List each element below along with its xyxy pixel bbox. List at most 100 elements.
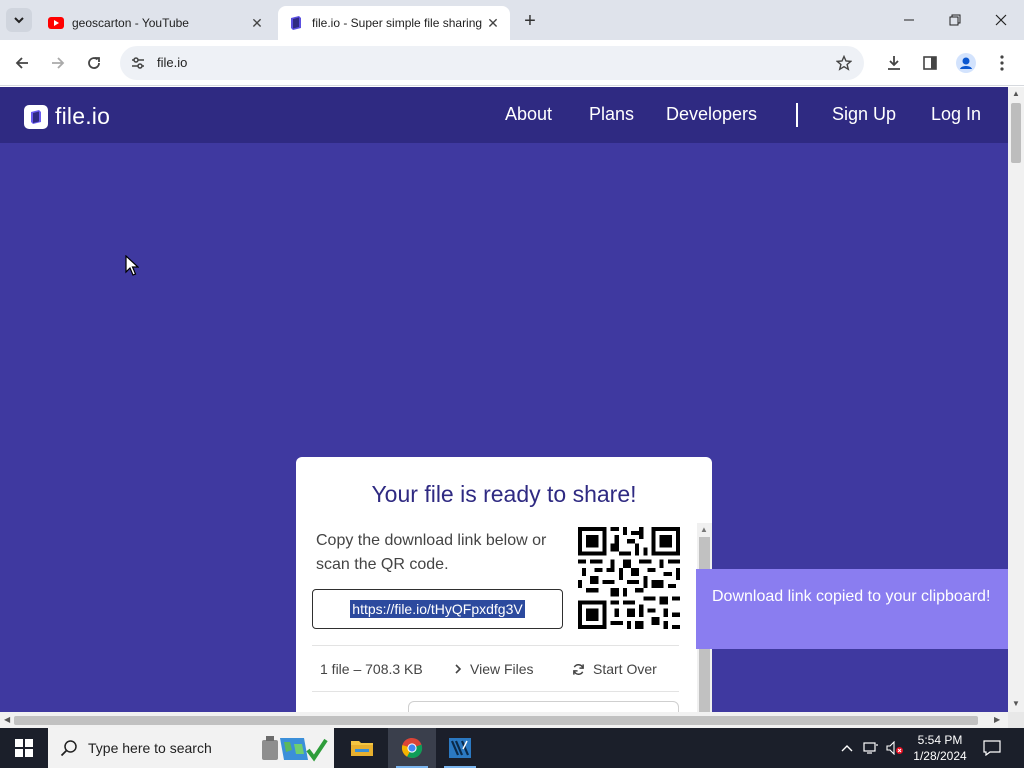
address-bar[interactable]: file.io [120,46,864,80]
download-link-field[interactable]: https://file.io/tHyQFpxdfg3V [312,589,563,629]
search-highlight-illustration-icon [262,736,328,762]
share-card: Your file is ready to share! Copy the do… [296,457,712,712]
share-instructions: Copy the download link below or scan the… [316,532,547,573]
browser-menu-button[interactable] [988,49,1016,77]
downloads-button[interactable] [880,49,908,77]
arrow-left-icon [15,57,28,69]
new-tab-button[interactable]: + [518,9,542,33]
taskbar-file-explorer[interactable] [338,728,386,768]
taskbar-search-box[interactable]: Type here to search [48,728,334,768]
address-url: file.io [157,55,188,70]
windows-taskbar: Type here to search 5:54 PM 1/28/2024 [0,728,1024,768]
page-viewport: file.io About Plans Developers Sign Up L… [0,87,1008,712]
close-tab-icon[interactable]: ✕ [248,14,266,32]
start-button[interactable] [0,728,48,768]
reload-icon [88,57,100,69]
start-over-link[interactable]: Start Over [572,661,657,677]
chevron-right-icon [455,664,462,674]
divider [312,691,679,692]
file-explorer-icon [351,741,373,756]
restore-button[interactable] [932,0,978,40]
site-info-icon[interactable] [126,51,150,75]
close-icon [995,14,1007,26]
nav-sign-up[interactable]: Sign Up [832,104,896,125]
notification-icon [983,740,1001,756]
scroll-up-arrow-icon[interactable]: ▲ [1012,89,1020,98]
logo-text: file.io [55,103,111,129]
view-files-label: View Files [470,661,534,677]
taskbar-chrome[interactable] [388,728,436,768]
notification-center-button[interactable] [980,728,1004,768]
mouse-cursor-icon [125,255,139,276]
tab-youtube[interactable]: geoscarton - YouTube ✕ [38,6,274,40]
system-clock[interactable]: 5:54 PM 1/28/2024 [904,732,976,764]
view-files-link[interactable]: View Files [454,661,534,677]
nav-log-in[interactable]: Log In [931,104,981,125]
more-vertical-icon [1000,55,1004,71]
scroll-up-arrow-icon[interactable]: ▲ [700,525,708,534]
show-hidden-icons-button[interactable] [836,728,858,768]
nav-plans[interactable]: Plans [589,104,634,125]
site-header: file.io About Plans Developers Sign Up L… [0,87,1008,143]
clock-date: 1/28/2024 [913,749,967,763]
nav-about[interactable]: About [505,104,552,125]
profile-button[interactable] [952,49,980,77]
file-info: 1 file – 708.3 KB [320,661,423,677]
search-icon [60,740,77,757]
youtube-icon [48,15,64,31]
download-icon [888,56,900,70]
qr-code[interactable] [578,527,680,629]
bookmark-star-icon[interactable] [832,51,856,75]
close-tab-icon[interactable]: ✕ [484,14,502,32]
scroll-down-arrow-icon[interactable]: ▼ [1012,699,1020,708]
tab-title: file.io - Super simple file sharing [312,16,483,30]
download-link-text[interactable]: https://file.io/tHyQFpxdfg3V [350,600,525,618]
clipboard-toast: Download link copied to your clipboard! [696,569,1008,649]
scroll-left-arrow-icon[interactable]: ◀ [4,715,10,724]
vertical-scroll-thumb[interactable] [1011,103,1021,163]
tab-fileio[interactable]: file.io - Super simple file sharing ✕ [278,6,510,40]
chevron-up-icon [841,745,853,752]
nav-divider [796,103,798,127]
minimize-button[interactable] [886,0,932,40]
windows-logo-icon [15,739,33,757]
tab-title: geoscarton - YouTube [72,16,189,30]
fileio-icon [288,15,304,31]
site-logo[interactable]: file.io [24,103,110,130]
refresh-icon [573,663,584,675]
profile-avatar-icon [956,53,976,73]
share-card-title: Your file is ready to share! [371,481,637,507]
side-panel-button[interactable] [916,49,944,77]
minimize-icon [904,19,914,21]
arrow-right-icon [52,57,65,69]
browser-toolbar: file.io [0,40,1024,86]
network-tray-button[interactable] [860,728,882,768]
reload-button[interactable] [80,49,108,77]
restore-icon [949,14,961,26]
tab-search-button[interactable] [6,8,32,32]
taskbar-app[interactable] [436,728,484,768]
divider [312,645,679,646]
page-vertical-scrollbar[interactable]: ▲ ▼ [1008,87,1024,712]
back-button[interactable] [8,49,36,77]
volume-muted-icon [886,741,903,755]
fileio-logo-icon [24,104,48,129]
app-window-icon [449,738,471,758]
nav-developers[interactable]: Developers [666,104,757,125]
network-icon [863,742,878,754]
card-bottom-section [408,701,679,712]
browser-tab-strip: geoscarton - YouTube ✕ file.io - Super s… [0,0,1024,40]
side-panel-icon [923,56,937,70]
clock-time: 5:54 PM [917,733,963,747]
chevron-down-icon [14,17,24,24]
close-window-button[interactable] [978,0,1024,40]
scroll-right-arrow-icon[interactable]: ▶ [994,715,1000,724]
scrollbar-corner [1008,712,1024,728]
search-placeholder: Type here to search [88,740,212,756]
forward-button[interactable] [44,49,72,77]
chrome-icon [401,737,423,759]
page-horizontal-scrollbar[interactable]: ◀ ▶ [0,712,1008,728]
start-over-label: Start Over [593,661,657,677]
volume-tray-button[interactable] [884,728,906,768]
horizontal-scroll-thumb[interactable] [14,716,978,725]
